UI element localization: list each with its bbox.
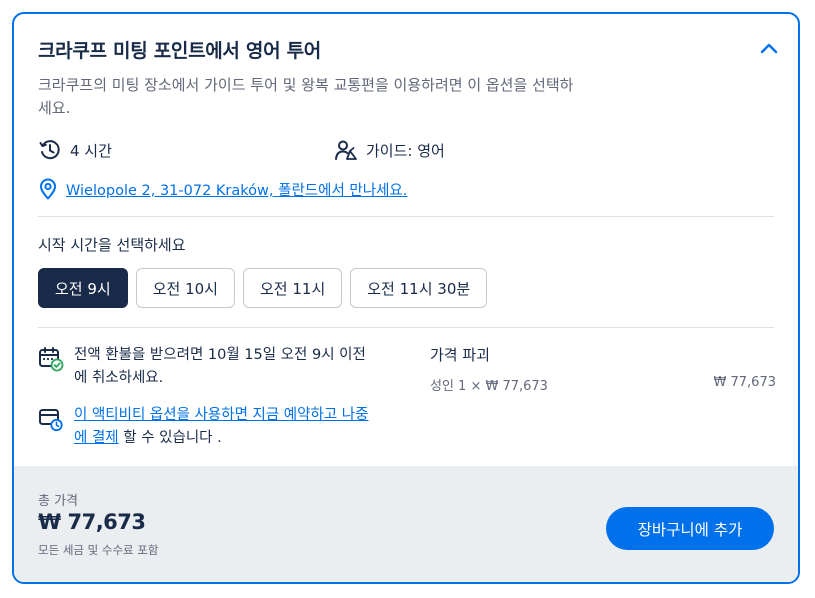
option-header: 크라쿠프 미팅 포인트에서 영어 투어: [38, 36, 780, 64]
activity-option-card: 크라쿠프 미팅 포인트에서 영어 투어 크라쿠프의 미팅 장소에서 가이드 투어…: [12, 12, 800, 584]
option-facts: 4 시간 가이드: 영어: [38, 138, 778, 162]
time-slot-9am[interactable]: 오전 9시: [38, 268, 128, 308]
price-breakdown-title: 가격 파괴: [430, 346, 490, 364]
total-price-label: 총 가격: [38, 494, 79, 509]
meeting-location-link[interactable]: Wielopole 2, 31-072 Kraków, 폴란드에서 만나세요.: [66, 179, 407, 200]
guide-language-text: 가이드: 영어: [366, 141, 445, 160]
time-slot-10am[interactable]: 오전 10시: [135, 268, 235, 308]
start-time-slots: 오전 9시 오전 10시 오전 11시 오전 11시 30분: [38, 268, 488, 308]
price-breakdown: 가격 파괴 성인 1 × ₩ 77,673 ₩ 77,673: [430, 344, 776, 394]
add-to-cart-button[interactable]: 장바구니에 추가: [606, 507, 774, 550]
price-line: 성인 1 × ₩ 77,673 ₩ 77,673: [430, 375, 776, 394]
policy-section: 전액 환불을 받으려면 10월 15일 오전 9시 이전에 취소하세요. 이 액…: [38, 344, 378, 450]
checkout-footer: 총 가격 ₩ 77,673 모든 세금 및 수수료 포함 장바구니에 추가: [14, 466, 798, 582]
price-line-label: 성인 1 × ₩ 77,673: [430, 379, 548, 394]
duration-fact: 4 시간: [38, 138, 112, 162]
option-description: 크라쿠프의 미팅 장소에서 가이드 투어 및 왕복 교통편을 이용하려면 이 옵…: [38, 76, 574, 117]
option-title: 크라쿠프 미팅 포인트에서 영어 투어: [38, 40, 321, 62]
duration-text: 4 시간: [70, 141, 112, 160]
free-cancellation-row: 전액 환불을 받으려면 10월 15일 오전 9시 이전에 취소하세요.: [38, 344, 378, 390]
reserve-now-text: 이 액티비티 옵션을 사용하면 지금 예약하고 나중에 결제 할 수 있습니다 …: [74, 404, 378, 450]
time-slot-11-30am[interactable]: 오전 11시 30분: [350, 268, 488, 308]
divider: [38, 216, 774, 217]
meeting-location: Wielopole 2, 31-072 Kraków, 폴란드에서 만나세요.: [38, 178, 407, 200]
tax-note: 모든 세금 및 수수료 포함: [38, 543, 159, 557]
price-line-value: ₩ 77,673: [713, 375, 776, 390]
reserve-now-pay-later-row: 이 액티비티 옵션을 사용하면 지금 예약하고 나중에 결제 할 수 있습니다 …: [38, 404, 378, 450]
chevron-up-icon[interactable]: [758, 38, 780, 60]
wallet-clock-icon: [39, 409, 63, 432]
free-cancellation-text: 전액 환불을 받으려면 10월 15일 오전 9시 이전에 취소하세요.: [74, 347, 366, 386]
map-pin-icon: [40, 178, 56, 200]
calendar-check-icon: [39, 347, 64, 372]
start-time-label: 시작 시간을 선택하세요: [38, 236, 186, 254]
reserve-now-suffix: 할 수 있습니다 .: [118, 430, 222, 446]
clock-icon: [39, 140, 60, 160]
total-price: ₩ 77,673: [38, 510, 146, 534]
time-slot-11am[interactable]: 오전 11시: [242, 268, 343, 308]
guide-person-icon: [335, 140, 357, 160]
divider: [38, 327, 774, 328]
guide-fact: 가이드: 영어: [334, 138, 445, 162]
